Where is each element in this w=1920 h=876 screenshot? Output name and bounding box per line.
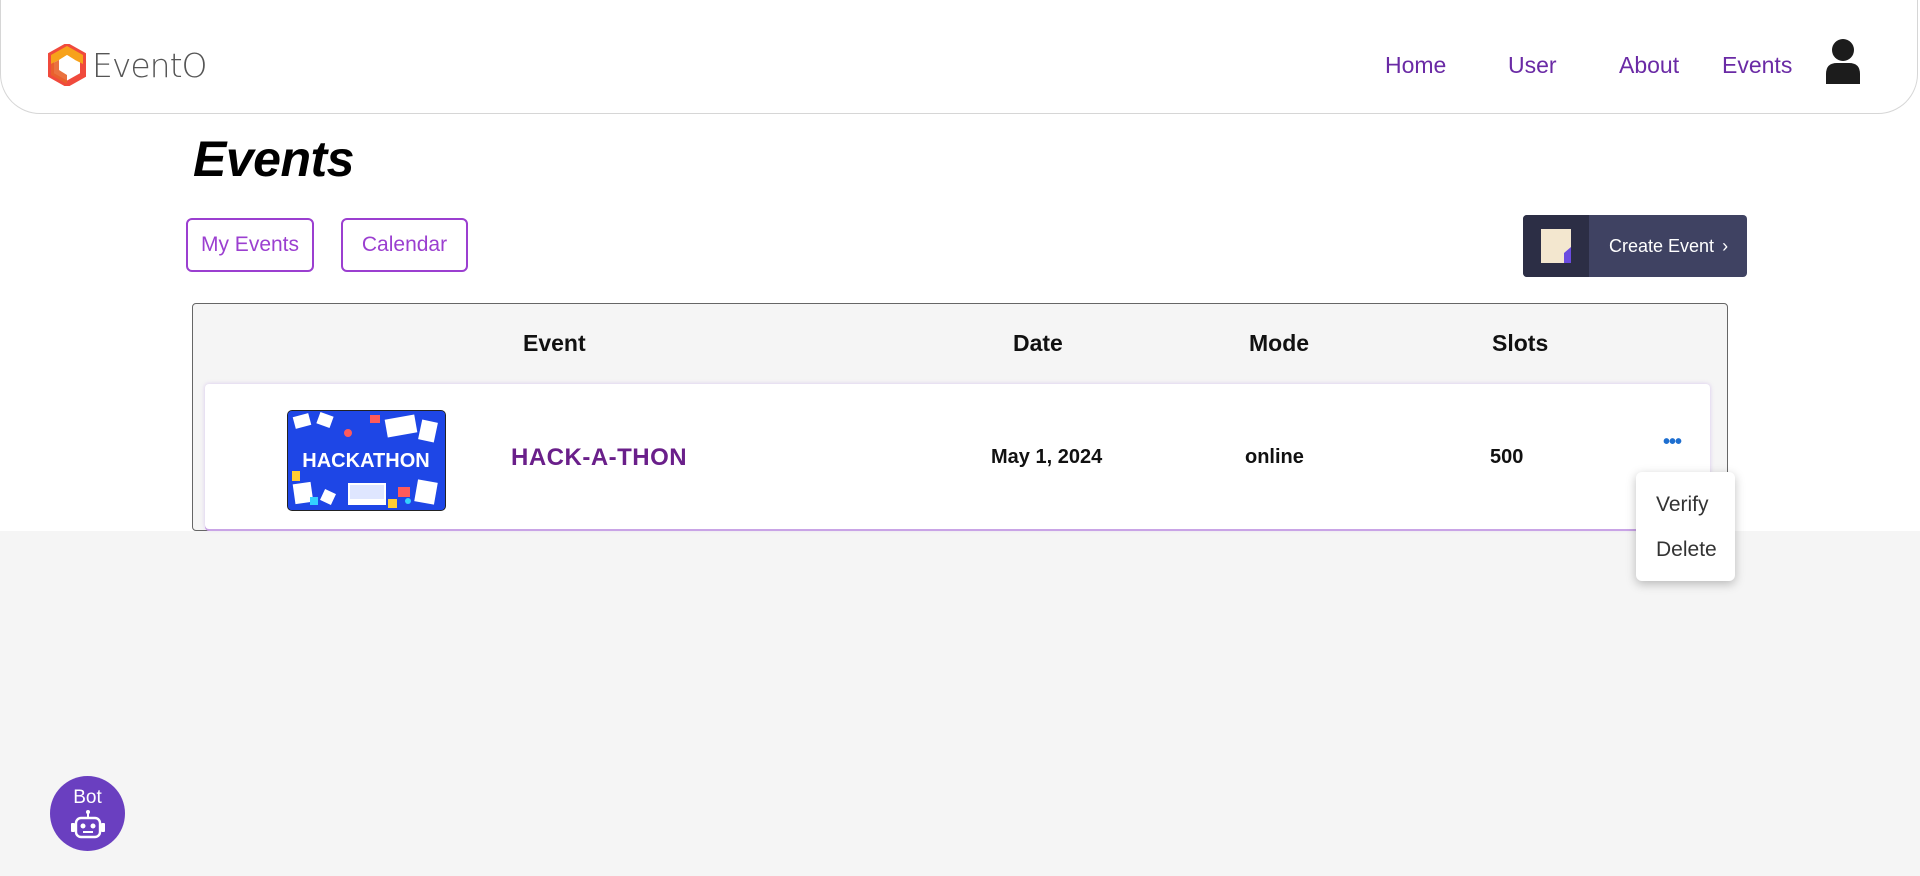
logo-icon (48, 44, 86, 86)
event-slots: 500 (1490, 446, 1524, 468)
column-header-slots: Slots (1492, 330, 1549, 356)
create-event-icon-box (1523, 215, 1589, 277)
hackathon-image: HACKATHON (288, 411, 445, 510)
ellipsis-icon[interactable]: ••• (1663, 432, 1682, 452)
menu-item-delete[interactable]: Delete (1656, 538, 1717, 562)
bot-button[interactable]: Bot (50, 776, 125, 851)
events-table: Event Date Mode Slots HACKATHON HACK-A-T… (192, 303, 1728, 531)
chevron-right-icon: › (1722, 235, 1729, 256)
row-actions-menu: Verify Delete (1636, 472, 1735, 581)
nav-link-about[interactable]: About (1619, 52, 1679, 79)
create-event-button[interactable]: Create Event › (1523, 215, 1747, 277)
event-name-link[interactable]: HACK-A-THON (511, 444, 687, 472)
create-event-label: Create Event (1609, 235, 1715, 256)
event-thumbnail[interactable]: HACKATHON (287, 410, 446, 511)
thumbnail-text: HACKATHON (302, 450, 429, 472)
column-header-date: Date (1013, 330, 1063, 356)
nav-link-home[interactable]: Home (1385, 52, 1446, 79)
document-icon (1541, 229, 1571, 263)
top-navbar: EventO Home User About Events (0, 0, 1918, 114)
page-title: Events (193, 131, 354, 187)
nav-link-user[interactable]: User (1508, 52, 1557, 79)
bot-label: Bot (73, 787, 102, 808)
brand-name: EventO (92, 45, 208, 85)
nav-link-events[interactable]: Events (1722, 52, 1792, 79)
event-mode: online (1245, 446, 1304, 468)
menu-item-verify[interactable]: Verify (1656, 493, 1709, 517)
brand-logo[interactable]: EventO (46, 44, 208, 86)
table-row[interactable]: HACKATHON HACK-A-THON May 1, 2024 online… (205, 384, 1710, 529)
calendar-button[interactable]: Calendar (341, 218, 468, 272)
page: EventO Home User About Events Events My … (0, 0, 1920, 876)
my-events-button[interactable]: My Events (186, 218, 314, 272)
column-header-event: Event (523, 330, 586, 356)
column-header-mode: Mode (1249, 330, 1310, 356)
robot-icon (71, 810, 105, 839)
event-date: May 1, 2024 (991, 446, 1103, 468)
user-profile-icon[interactable] (1825, 38, 1861, 84)
